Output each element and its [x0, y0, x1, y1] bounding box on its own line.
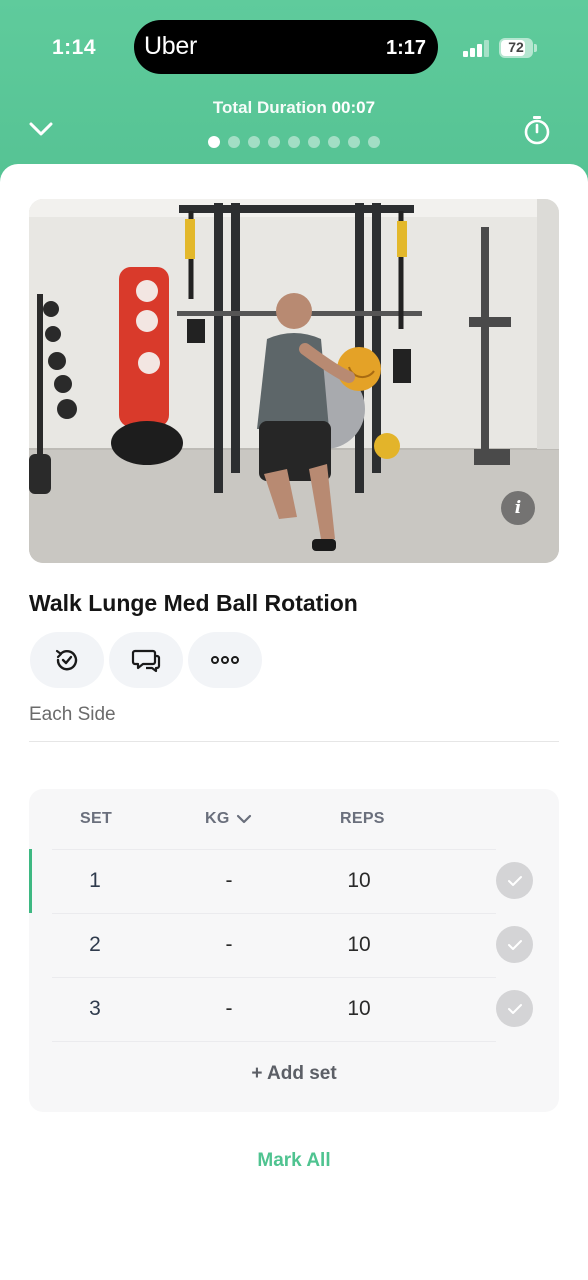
total-duration: Total Duration 00:07: [0, 98, 588, 118]
info-icon[interactable]: i: [501, 491, 535, 525]
island-app-name: Uber: [144, 32, 197, 60]
exercise-sheet: i Walk Lunge Med Ball Rotation Each Side: [0, 164, 588, 1280]
status-bar-time: 1:14: [52, 36, 97, 59]
checkmark-icon: [507, 875, 522, 886]
column-header-kg-label: KG: [205, 810, 230, 827]
kg-value[interactable]: -: [209, 933, 249, 957]
signal-icon: [463, 40, 491, 57]
set-number: 1: [89, 869, 101, 892]
active-row-indicator: [29, 849, 32, 913]
history-icon: [55, 649, 78, 671]
set-number: 2: [89, 933, 101, 956]
page-dot[interactable]: [228, 136, 240, 148]
total-duration-value: 00:07: [331, 98, 376, 117]
column-header-kg[interactable]: KG: [205, 810, 252, 828]
row-divider: [52, 1041, 496, 1042]
column-header-reps: REPS: [340, 810, 385, 827]
complete-set-button[interactable]: [496, 990, 533, 1027]
kg-value[interactable]: -: [209, 997, 249, 1021]
sets-table: SET KG REPS 1 - 10 2 - 10 3 - 10 + Add s…: [29, 789, 559, 1112]
exercise-video-frame: [29, 199, 559, 563]
chevron-down-icon: [236, 814, 251, 824]
reps-value[interactable]: 10: [334, 997, 384, 1021]
history-button[interactable]: [30, 632, 104, 688]
reps-value[interactable]: 10: [334, 869, 384, 893]
kg-value[interactable]: -: [209, 869, 249, 893]
table-row[interactable]: 2 - 10: [29, 913, 559, 977]
total-duration-label: Total Duration: [212, 98, 327, 117]
workout-header: 1:14 Uber 1:17 72 Total Duration 00:07: [0, 0, 588, 175]
chevron-down-icon: [29, 122, 53, 136]
table-row[interactable]: 3 - 10: [29, 977, 559, 1041]
checkmark-icon: [507, 1003, 522, 1014]
complete-set-button[interactable]: [496, 862, 533, 899]
page-indicator: [0, 136, 588, 148]
more-icon: [211, 656, 239, 664]
page-dot[interactable]: [328, 136, 340, 148]
exercise-title: Walk Lunge Med Ball Rotation: [29, 590, 358, 616]
mark-all-button[interactable]: Mark All: [0, 1150, 588, 1172]
page-dot[interactable]: [268, 136, 280, 148]
page-dot[interactable]: [208, 136, 220, 148]
page-dot[interactable]: [248, 136, 260, 148]
divider: [29, 741, 559, 742]
set-number: 3: [89, 997, 101, 1020]
exercise-video[interactable]: i: [29, 199, 559, 563]
island-time: 1:17: [385, 37, 426, 59]
checkmark-icon: [507, 939, 522, 950]
battery-icon: 72: [499, 38, 533, 58]
dynamic-island[interactable]: Uber 1:17: [134, 20, 438, 74]
exercise-note: Each Side: [29, 704, 116, 725]
exercise-actions: [30, 632, 262, 688]
page-dot[interactable]: [288, 136, 300, 148]
add-set-button[interactable]: + Add set: [29, 1063, 559, 1085]
complete-set-button[interactable]: [496, 926, 533, 963]
page-dot[interactable]: [308, 136, 320, 148]
more-button[interactable]: [188, 632, 262, 688]
table-row[interactable]: 1 - 10: [29, 849, 559, 913]
column-header-set: SET: [80, 810, 113, 827]
page-dot[interactable]: [348, 136, 360, 148]
battery-level: 72: [508, 39, 524, 55]
comment-icon: [131, 649, 161, 673]
reps-value[interactable]: 10: [334, 933, 384, 957]
page-dot[interactable]: [368, 136, 380, 148]
comment-button[interactable]: [109, 632, 183, 688]
